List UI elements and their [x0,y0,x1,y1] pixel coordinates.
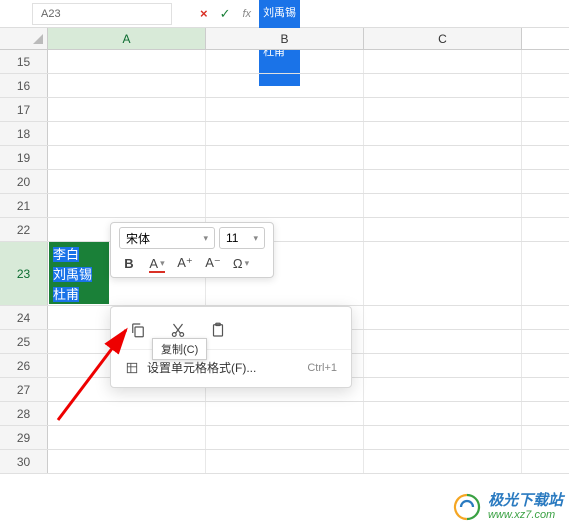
grid-row: 28 [0,402,569,426]
font-color-button[interactable]: A▾ [147,253,167,273]
cell[interactable] [364,330,522,353]
cell[interactable] [364,122,522,145]
decrease-font-button[interactable]: A⁻ [203,253,223,273]
column-header-c[interactable]: C [364,28,522,49]
row-header[interactable]: 26 [0,354,48,377]
cell[interactable] [206,426,364,449]
format-cells-icon [125,361,147,375]
grid-row: 21 [0,194,569,218]
grid-row: 17 [0,98,569,122]
column-header-b[interactable]: B [206,28,364,49]
increase-font-button[interactable]: A⁺ [175,253,195,273]
grid-row: 16 [0,74,569,98]
cell[interactable] [206,450,364,473]
grid-row: 29 [0,426,569,450]
row-header[interactable]: 27 [0,378,48,401]
cell[interactable] [48,450,206,473]
row-header[interactable]: 19 [0,146,48,169]
grid-row: 30 [0,450,569,474]
format-cells-item[interactable]: 设置单元格格式(F)... Ctrl+1 [111,354,351,381]
cell[interactable] [364,306,522,329]
cell[interactable] [48,122,206,145]
cell[interactable] [364,74,522,97]
cell[interactable] [206,194,364,217]
cell[interactable] [206,74,364,97]
cancel-icon[interactable]: × [196,6,212,21]
cell[interactable] [48,426,206,449]
grid-row: 15 [0,50,569,74]
cell[interactable] [364,98,522,121]
cell[interactable] [48,74,206,97]
cell[interactable] [364,378,522,401]
row-header[interactable]: 30 [0,450,48,473]
context-menu: 设置单元格格式(F)... Ctrl+1 [110,306,352,388]
cell[interactable] [206,146,364,169]
cell[interactable] [206,402,364,425]
watermark: 极光下载站 www.xz7.com [452,492,563,522]
chevron-down-icon: ▾ [245,258,250,269]
cell[interactable] [48,194,206,217]
row-header[interactable]: 17 [0,98,48,121]
cell[interactable] [364,218,522,241]
font-size-select[interactable]: 11▾ [219,227,265,249]
cell[interactable] [364,450,522,473]
formula-bar-area: A23 × ✓ fx 李白 刘禹锡 杜甫 [0,0,569,28]
grid-row: 20 [0,170,569,194]
fx-icon[interactable]: fx [239,8,256,20]
cell[interactable] [206,98,364,121]
name-box[interactable]: A23 [32,3,172,25]
active-cell-a23[interactable]: 李白 刘禹锡 杜甫 [49,242,109,304]
row-header[interactable]: 15 [0,50,48,73]
cell[interactable] [48,146,206,169]
cell[interactable] [48,402,206,425]
row-header[interactable]: 29 [0,426,48,449]
copy-tooltip: 复制(C) [152,338,207,360]
font-family-select[interactable]: 宋体▾ [119,227,215,249]
row-header[interactable]: 16 [0,74,48,97]
cell[interactable] [206,122,364,145]
cell[interactable] [48,50,206,73]
cell[interactable] [364,426,522,449]
watermark-logo-icon [452,492,482,522]
cell[interactable] [206,170,364,193]
row-header[interactable]: 22 [0,218,48,241]
cell[interactable] [364,146,522,169]
row-header[interactable]: 21 [0,194,48,217]
select-all-corner[interactable] [0,28,48,49]
grid-row: 22 [0,218,569,242]
cell[interactable] [364,50,522,73]
cell[interactable] [364,354,522,377]
chevron-down-icon: ▾ [203,233,208,244]
column-headers: A B C [0,28,569,50]
mini-toolbar: 宋体▾ 11▾ B A▾ A⁺ A⁻ Ω▾ [110,222,274,278]
row-header[interactable]: 20 [0,170,48,193]
symbol-button[interactable]: Ω▾ [231,253,251,273]
watermark-url: www.xz7.com [488,509,563,521]
cell[interactable] [364,170,522,193]
column-header-a[interactable]: A [48,28,206,49]
row-header[interactable]: 18 [0,122,48,145]
cell[interactable] [48,98,206,121]
cell[interactable] [48,170,206,193]
bold-button[interactable]: B [119,253,139,273]
row-header[interactable]: 28 [0,402,48,425]
grid-row: 19 [0,146,569,170]
grid-row: 18 [0,122,569,146]
paste-icon[interactable] [205,317,231,343]
chevron-down-icon: ▾ [160,258,165,269]
cell[interactable] [364,402,522,425]
cell[interactable] [364,194,522,217]
watermark-title: 极光下载站 [488,493,563,510]
cell[interactable] [206,50,364,73]
row-header[interactable]: 24 [0,306,48,329]
chevron-down-icon: ▾ [253,233,258,244]
row-header[interactable]: 25 [0,330,48,353]
copy-icon[interactable] [125,317,151,343]
accept-icon[interactable]: ✓ [216,6,235,22]
